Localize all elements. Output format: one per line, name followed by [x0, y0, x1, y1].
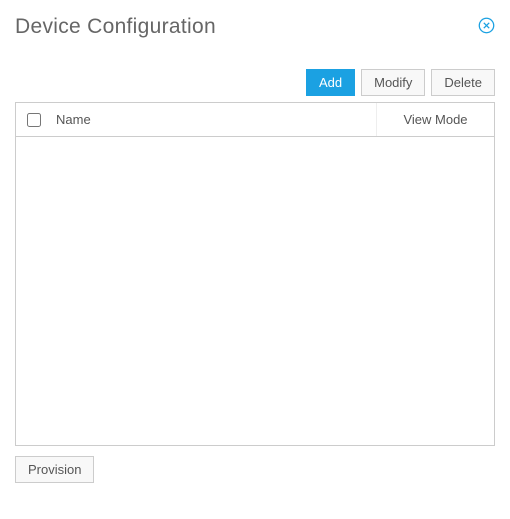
modify-button[interactable]: Modify [361, 69, 425, 96]
delete-button[interactable]: Delete [431, 69, 495, 96]
toolbar: Add Modify Delete [15, 69, 495, 96]
close-icon[interactable] [478, 17, 495, 34]
add-button[interactable]: Add [306, 69, 355, 96]
table-header-row: Name View Mode [16, 103, 494, 137]
column-header-name[interactable]: Name [52, 112, 376, 127]
column-header-viewmode[interactable]: View Mode [376, 103, 494, 136]
device-table: Name View Mode [15, 102, 495, 446]
table-body [16, 137, 494, 445]
dialog-title: Device Configuration [15, 15, 216, 39]
select-all-cell [16, 113, 52, 127]
provision-button[interactable]: Provision [15, 456, 94, 483]
select-all-checkbox[interactable] [27, 113, 41, 127]
